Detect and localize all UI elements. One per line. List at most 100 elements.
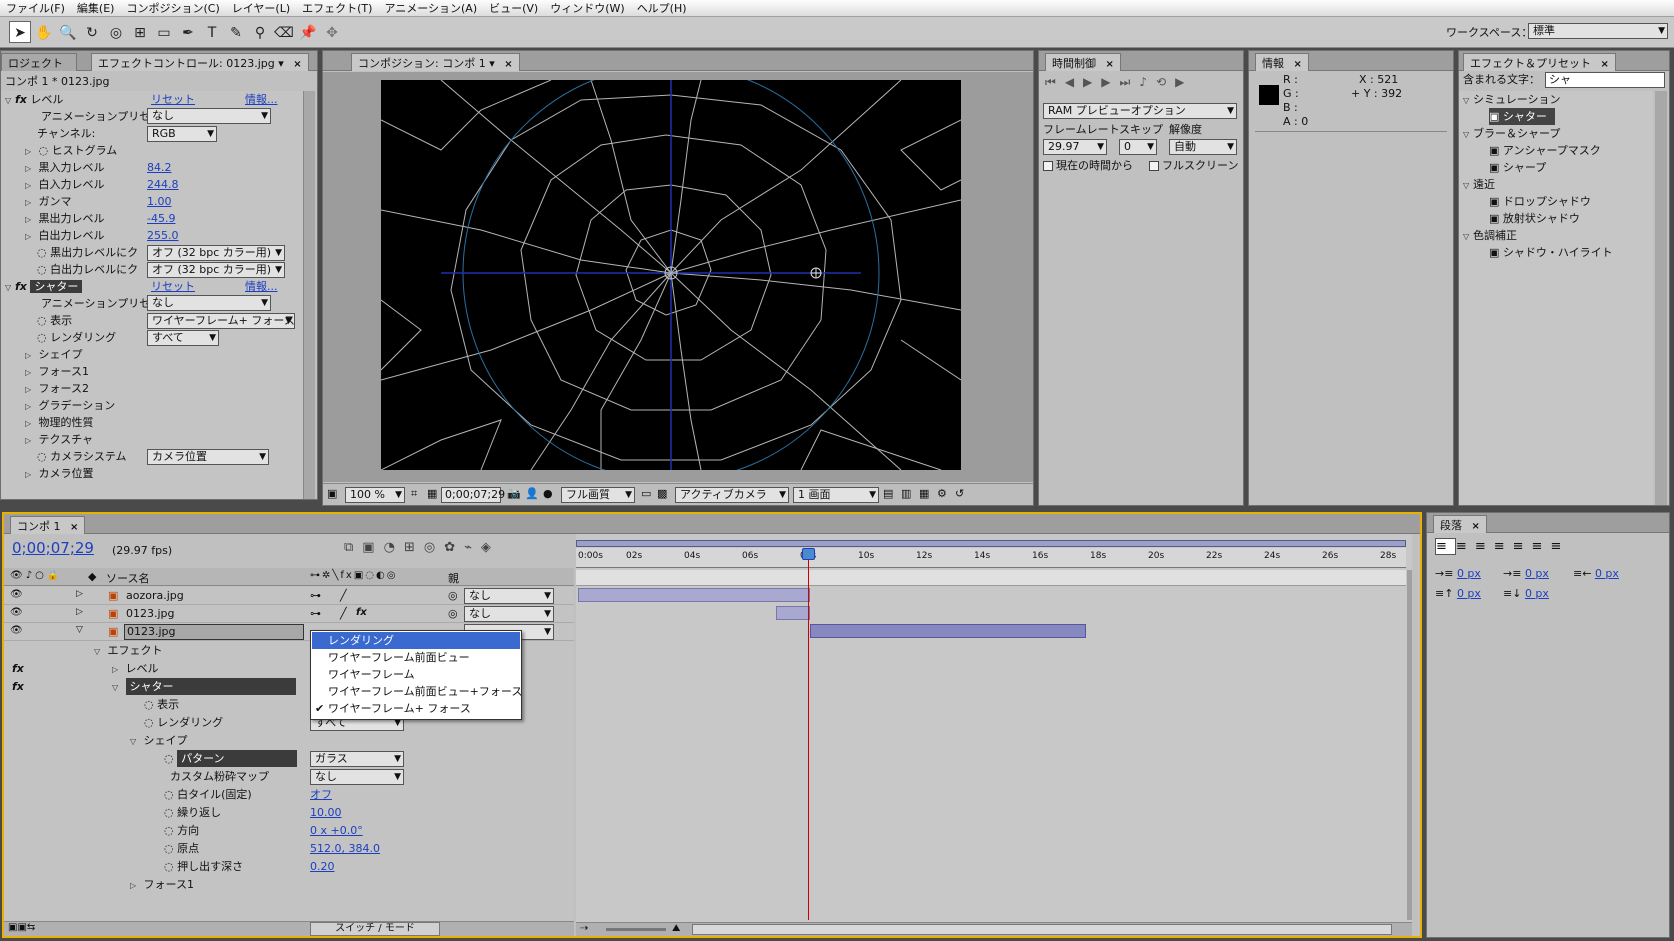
stopwatch-icon[interactable]: ◌: [164, 752, 174, 765]
close-icon[interactable]: ×: [70, 522, 78, 533]
effect-item[interactable]: アンシャープマスク: [1503, 144, 1601, 157]
direction-value[interactable]: 0 x +0.0°: [310, 822, 363, 839]
transparency-grid-icon[interactable]: ▩: [657, 487, 667, 500]
effect-item[interactable]: ドロップシャドウ: [1503, 195, 1591, 208]
close-icon[interactable]: ×: [1106, 59, 1114, 70]
close-icon[interactable]: ×: [1294, 59, 1302, 70]
level-param-value[interactable]: 84.2: [147, 159, 172, 176]
tab-time-control[interactable]: 時間制御 ×: [1045, 53, 1121, 71]
selection-tool-icon[interactable]: ➤: [9, 21, 31, 43]
shatter-view-select[interactable]: ワイヤーフレーム+ フォース: [147, 313, 295, 329]
level-param-value[interactable]: 244.8: [147, 176, 179, 193]
expand-triangle-icon[interactable]: ▷: [25, 194, 35, 211]
shatter-reset-link[interactable]: リセット: [151, 278, 195, 295]
tab-effects-presets[interactable]: エフェクト＆プリセット ×: [1463, 53, 1616, 71]
menu-animation[interactable]: アニメーション(A): [378, 0, 483, 16]
fx-switch-icon[interactable]: fx: [356, 607, 367, 618]
play-icon[interactable]: ▶: [1083, 75, 1101, 89]
time-graph-scrollbar[interactable]: [1407, 570, 1412, 920]
close-icon[interactable]: ×: [1472, 521, 1480, 532]
fast-preview-icon[interactable]: ▥: [901, 487, 911, 500]
motion-blur-icon[interactable]: ◎: [424, 540, 444, 555]
layer-row[interactable]: 👁 ▷ ▣ 0123.jpg ⊶ ╱ fx ◎ なし: [4, 605, 574, 623]
framerate-select[interactable]: 29.97: [1043, 139, 1107, 155]
pickwhip-icon[interactable]: ◎: [448, 607, 458, 620]
prev-frame-icon[interactable]: ◀: [1065, 75, 1083, 89]
space-after-value[interactable]: 0 px: [1525, 587, 1549, 600]
menu-help[interactable]: ヘルプ(H): [631, 0, 693, 16]
expand-triangle-icon[interactable]: ▽: [1463, 126, 1473, 143]
effects-search-input[interactable]: シャ: [1545, 72, 1665, 88]
rectangle-tool-icon[interactable]: ▭: [153, 22, 175, 44]
indent-first-value[interactable]: 0 px: [1525, 567, 1549, 580]
timeline-icon[interactable]: ▦: [919, 487, 929, 500]
safe-margins-icon[interactable]: ⌗: [411, 487, 417, 501]
effect-shatter-name[interactable]: シャター: [30, 280, 83, 293]
menu-view[interactable]: ビュー(V): [483, 0, 544, 16]
parent-select[interactable]: なし: [464, 606, 554, 622]
effect-item[interactable]: シャープ: [1503, 161, 1546, 174]
expand-triangle-icon[interactable]: ▷: [25, 177, 35, 194]
stopwatch-icon[interactable]: ◌: [164, 806, 174, 819]
shy-switch-icon[interactable]: ⊶: [310, 589, 321, 602]
expand-triangle-icon[interactable]: ▷: [25, 160, 35, 177]
puppet-pin-icon[interactable]: 📌: [297, 22, 319, 44]
expand-triangle-icon[interactable]: ▽: [1463, 92, 1473, 109]
tab-composition[interactable]: コンポジション: コンポ 1 ▾ ×: [351, 53, 520, 71]
hide-shy-icon[interactable]: ◔: [384, 540, 404, 555]
space-before-value[interactable]: 0 px: [1457, 587, 1481, 600]
show-snapshot-icon[interactable]: 👤: [525, 487, 539, 500]
view-option[interactable]: ワイヤーフレーム: [312, 666, 520, 683]
clip-black-select[interactable]: オフ (32 bpc カラー用): [147, 245, 285, 261]
fx-icon[interactable]: fx: [12, 660, 24, 677]
stopwatch-icon[interactable]: ◌: [37, 314, 47, 327]
time-ruler[interactable]: 0:00s02s04s06s08s10s12s14s16s18s20s22s24…: [576, 548, 1406, 568]
shatter-render-select[interactable]: すべて: [147, 330, 219, 346]
expand-triangle-icon[interactable]: ▷: [25, 211, 35, 228]
extrude-value[interactable]: 0.20: [310, 858, 335, 875]
ram-preview-options-select[interactable]: RAM プレビューオプション: [1043, 103, 1237, 119]
indent-left-value[interactable]: 0 px: [1457, 567, 1481, 580]
effect-item[interactable]: シャドウ・ハイライト: [1503, 246, 1613, 259]
layer-name[interactable]: 0123.jpg: [124, 624, 304, 640]
stopwatch-icon[interactable]: ◌: [37, 331, 47, 344]
custom-map-select[interactable]: なし: [310, 769, 404, 785]
draft-3d-icon[interactable]: ▣: [362, 540, 383, 555]
expand-triangle-icon[interactable]: ▽: [5, 92, 15, 109]
auto-keyframe-icon[interactable]: ◈: [481, 540, 500, 555]
parent-select[interactable]: なし: [464, 588, 554, 604]
col-parent[interactable]: 親: [448, 570, 459, 586]
eraser-tool-icon[interactable]: ⌫: [273, 22, 295, 44]
expand-triangle-icon[interactable]: ▷: [25, 364, 35, 381]
expand-triangle-icon[interactable]: ▽: [112, 679, 122, 696]
shatter-info-link[interactable]: 情報...: [245, 278, 278, 295]
menu-file[interactable]: ファイル(F): [0, 0, 71, 16]
expand-triangle-icon[interactable]: ▷: [76, 589, 83, 599]
stopwatch-icon[interactable]: ◌: [37, 246, 47, 259]
stopwatch-icon[interactable]: ◌: [39, 144, 49, 157]
level-info-link[interactable]: 情報...: [245, 91, 278, 108]
stopwatch-icon[interactable]: ◌: [164, 860, 174, 873]
channel-icon[interactable]: ●: [543, 487, 553, 500]
stopwatch-icon[interactable]: ◌: [37, 263, 47, 276]
effect-item[interactable]: 放射状シャドウ: [1503, 212, 1580, 225]
hand-tool-icon[interactable]: ✋: [33, 22, 55, 44]
pixel-aspect-icon[interactable]: ▤: [883, 487, 893, 500]
menu-composition[interactable]: コンポジション(C): [120, 0, 225, 16]
stopwatch-icon[interactable]: ◌: [164, 788, 174, 801]
pen-tool-icon[interactable]: ✒: [177, 22, 199, 44]
layer-name[interactable]: aozora.jpg: [126, 589, 184, 602]
repeat-value[interactable]: 10.00: [310, 804, 342, 821]
clone-stamp-icon[interactable]: ⚲: [249, 22, 271, 44]
resolution-select[interactable]: フル画質: [561, 487, 635, 503]
pattern-select[interactable]: ガラス: [310, 751, 404, 767]
brush-tool-icon[interactable]: ✎: [225, 22, 247, 44]
align-center-icon[interactable]: ≡: [1456, 539, 1475, 554]
level-param-value[interactable]: 1.00: [147, 193, 172, 210]
axis-mode-icon[interactable]: ✥: [321, 22, 343, 44]
tree-shatter[interactable]: シャター: [125, 678, 296, 695]
from-current-checkbox[interactable]: [1043, 161, 1053, 171]
indent-right-value[interactable]: 0 px: [1595, 567, 1619, 580]
justify-left-icon[interactable]: ≡: [1494, 539, 1513, 554]
expand-triangle-icon[interactable]: ▷: [25, 398, 35, 415]
